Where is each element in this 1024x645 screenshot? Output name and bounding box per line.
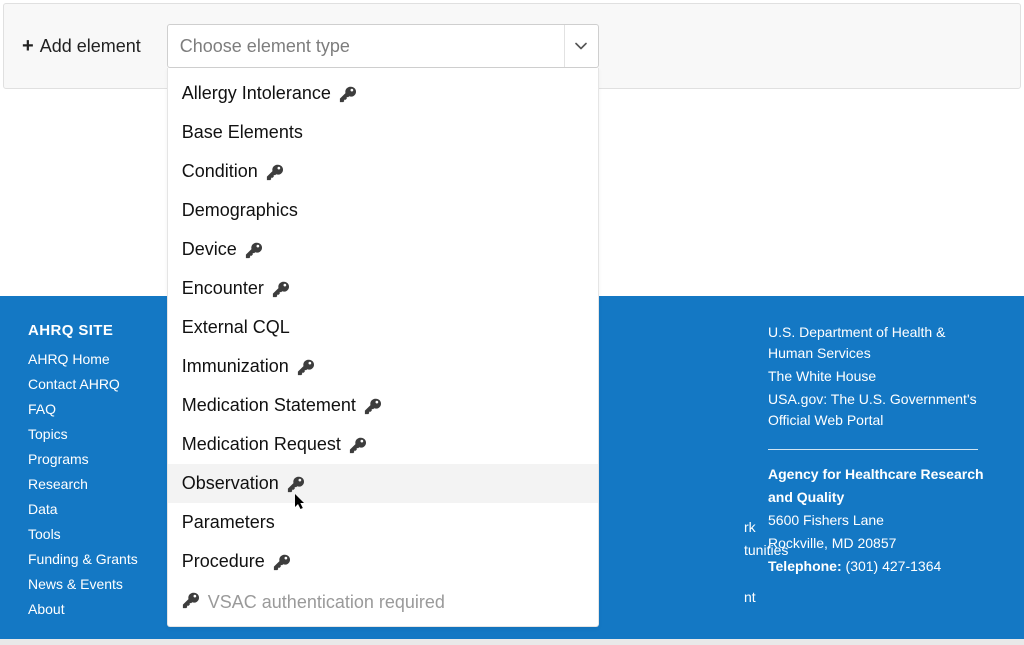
footer-external-link[interactable]: The White House [768, 368, 876, 384]
footer-link[interactable]: FAQ [28, 401, 188, 417]
key-icon [245, 241, 263, 259]
key-icon [182, 591, 200, 614]
element-type-option-label: Medication Request [182, 434, 341, 455]
footer-link[interactable]: Programs [28, 451, 188, 467]
footer-link-list: AHRQ Home Contact AHRQ FAQ Topics Programs Re… [28, 351, 188, 617]
element-type-option-label: Immunization [182, 356, 289, 377]
footer-link[interactable]: Tools [28, 526, 188, 542]
footer-divider [768, 449, 978, 450]
element-type-option[interactable]: Base Elements [168, 113, 598, 152]
footer-link[interactable]: Contact AHRQ [28, 376, 188, 392]
footer-heading-ahrq-site: AHRQ SITE [28, 322, 188, 339]
element-type-option[interactable]: Condition [168, 152, 598, 191]
element-type-option[interactable]: Observation [168, 464, 598, 503]
key-icon [339, 85, 357, 103]
footer-link[interactable]: AHRQ Home [28, 351, 188, 367]
page-bottom-strip [0, 639, 1024, 645]
element-type-input-wrap[interactable] [167, 24, 599, 68]
telephone-value: (301) 427-1364 [846, 558, 942, 574]
element-type-option-label: Parameters [182, 512, 275, 533]
element-type-option-label: Allergy Intolerance [182, 83, 331, 104]
footer-external-links: U.S. Department of Health & Human Servic… [768, 322, 994, 431]
element-type-option[interactable]: External CQL [168, 308, 598, 347]
footer-link[interactable]: Topics [28, 426, 188, 442]
element-type-option[interactable]: Parameters [168, 503, 598, 542]
footer-link[interactable]: About [28, 601, 188, 617]
element-type-option-label: Device [182, 239, 237, 260]
footer-link[interactable]: News & Events [28, 576, 188, 592]
agency-name-line1: Agency for Healthcare Research [768, 464, 994, 485]
element-type-option-label: Base Elements [182, 122, 303, 143]
element-type-input[interactable] [168, 25, 564, 67]
vsac-auth-footer: VSAC authentication required [168, 581, 598, 626]
agency-address-line1: 5600 Fishers Lane [768, 510, 994, 531]
key-icon [273, 553, 291, 571]
footer-external-link[interactable]: USA.gov: The U.S. Government's Official … [768, 391, 977, 428]
element-type-dropdown: Allergy Intolerance Base Elements Conditio… [167, 68, 599, 627]
element-type-option[interactable]: Encounter [168, 269, 598, 308]
element-type-combobox: Allergy IntoleranceBase ElementsConditio… [167, 24, 599, 68]
vsac-auth-text: VSAC authentication required [208, 592, 445, 613]
chevron-down-icon[interactable] [564, 25, 598, 67]
agency-address-line2: Rockville, MD 20857 [768, 533, 994, 554]
footer-middle-fragment[interactable]: nt [744, 586, 756, 608]
agency-telephone: Telephone: (301) 427-1364 [768, 556, 994, 577]
key-icon [287, 475, 305, 493]
element-type-option-label: Procedure [182, 551, 265, 572]
element-type-option[interactable]: Medication Statement [168, 386, 598, 425]
element-type-option-label: External CQL [182, 317, 290, 338]
element-type-option[interactable]: Medication Request [168, 425, 598, 464]
element-type-option[interactable]: Allergy Intolerance [168, 74, 598, 113]
footer-link[interactable]: Funding & Grants [28, 551, 188, 567]
footer-link[interactable]: Data [28, 501, 188, 517]
key-icon [349, 436, 367, 454]
element-type-option-label: Observation [182, 473, 279, 494]
agency-name-line2: and Quality [768, 487, 994, 508]
element-type-option-label: Condition [182, 161, 258, 182]
element-type-option[interactable]: Immunization [168, 347, 598, 386]
element-type-option-label: Demographics [182, 200, 298, 221]
element-type-option-label: Encounter [182, 278, 264, 299]
footer-col-agency: U.S. Department of Health & Human Servic… [768, 322, 994, 619]
element-type-option[interactable]: Demographics [168, 191, 598, 230]
footer-middle-fragment[interactable]: rk [744, 516, 756, 538]
add-element-panel: + Add element Allergy IntoleranceBase El… [3, 3, 1021, 89]
key-icon [272, 280, 290, 298]
key-icon [266, 163, 284, 181]
footer-link[interactable]: Research [28, 476, 188, 492]
cursor-pointer-icon [295, 494, 307, 515]
plus-icon: + [22, 35, 34, 58]
footer-col-ahrq-site: AHRQ SITE AHRQ Home Contact AHRQ FAQ Topics… [28, 322, 188, 619]
key-icon [297, 358, 315, 376]
element-type-option[interactable]: Procedure [168, 542, 598, 581]
footer-external-link[interactable]: U.S. Department of Health & Human Servic… [768, 324, 945, 361]
key-icon [364, 397, 382, 415]
add-element-text: Add element [40, 36, 141, 57]
element-type-option[interactable]: Device [168, 230, 598, 269]
footer-middle-fragment[interactable]: tunities [744, 539, 788, 561]
add-element-label: + Add element [22, 35, 141, 58]
element-type-option-label: Medication Statement [182, 395, 356, 416]
